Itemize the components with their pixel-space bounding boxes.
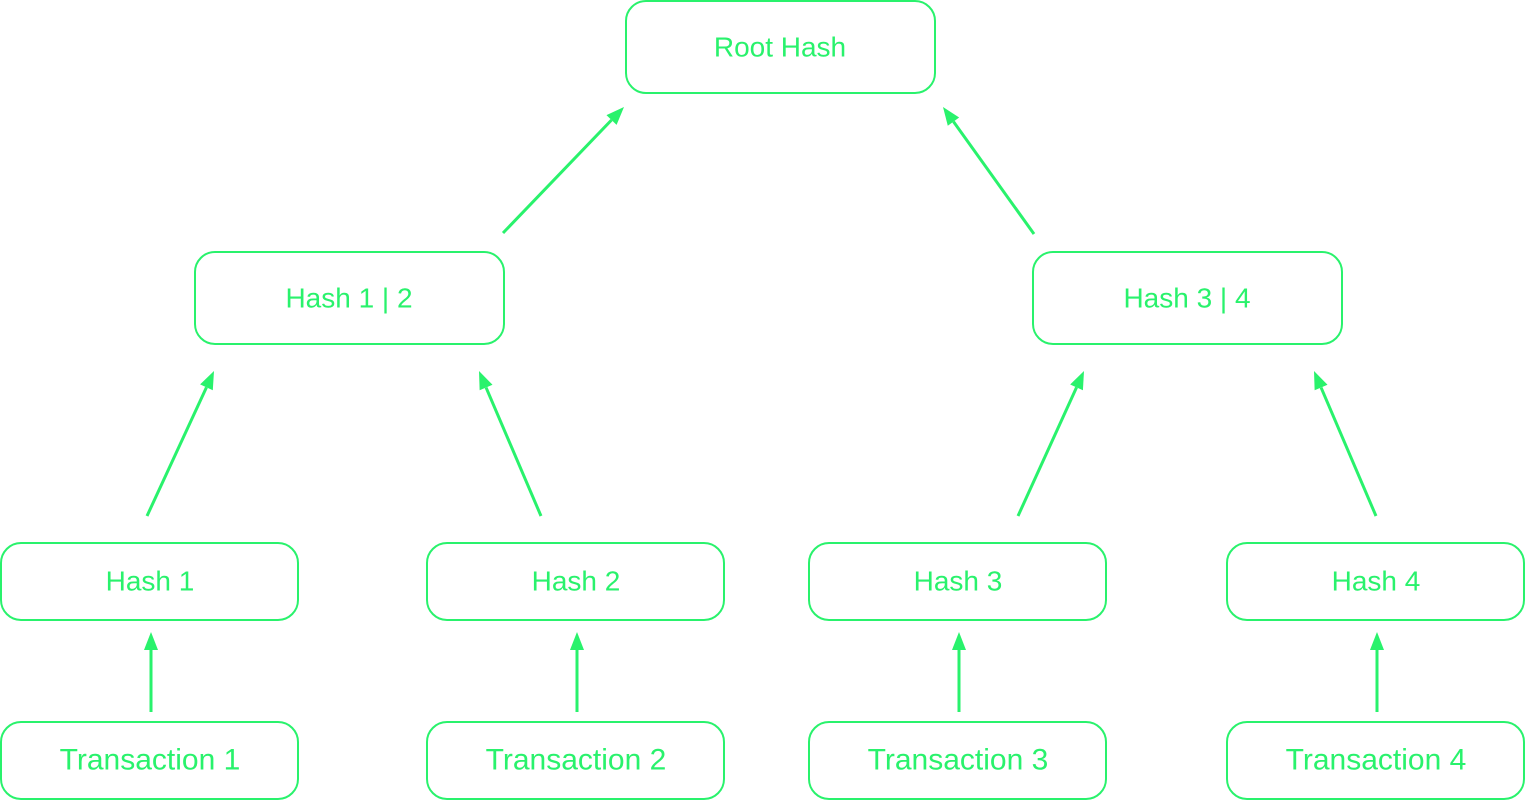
node-label: Hash 3 | 4 [1123,283,1250,314]
arrowhead-icon [570,632,584,650]
arrowhead-icon [1314,371,1328,391]
node-label: Transaction 4 [1286,744,1467,777]
node-label: Hash 4 [1332,566,1421,597]
node-tx2: Transaction 2 [426,721,725,800]
node-label: Hash 1 [106,566,195,597]
node-hash2: Hash 2 [426,542,725,621]
arrowhead-icon [200,371,214,391]
arrowhead-icon [943,107,960,126]
node-tx4: Transaction 4 [1226,721,1525,800]
arrowhead-icon [1370,632,1384,650]
node-label: Transaction 3 [868,744,1049,777]
arrowhead-icon [952,632,966,650]
node-hash34: Hash 3 | 4 [1032,251,1343,345]
node-label: Hash 2 [532,566,621,597]
arrow-hash4-to-hash34 [1319,386,1378,517]
node-hash3: Hash 3 [808,542,1107,621]
node-label: Hash 3 [914,566,1003,597]
arrowhead-icon [479,371,493,391]
node-label: Transaction 1 [60,744,241,777]
node-hash4: Hash 4 [1226,542,1525,621]
arrow-hash12-to-root [501,118,613,235]
node-label: Hash 1 | 2 [285,283,412,314]
arrowhead-icon [144,632,158,650]
arrowhead-icon [1070,371,1084,391]
arrow-hash2-to-hash12 [484,386,543,517]
node-hash12: Hash 1 | 2 [194,251,505,345]
edges [144,107,1384,712]
node-label: Root Hash [714,32,846,63]
merkle-tree-diagram: Root Hash Hash 1 | 2 Hash 3 | 4 Hash 1 H… [0,0,1525,800]
node-root: Root Hash [625,0,936,94]
node-label: Transaction 2 [486,744,667,777]
arrow-hash34-to-root [952,120,1036,235]
node-tx3: Transaction 3 [808,721,1107,800]
node-hash1: Hash 1 [0,542,299,621]
arrow-hash1-to-hash12 [145,386,208,517]
node-tx1: Transaction 1 [0,721,299,800]
arrow-hash3-to-hash34 [1016,386,1078,517]
